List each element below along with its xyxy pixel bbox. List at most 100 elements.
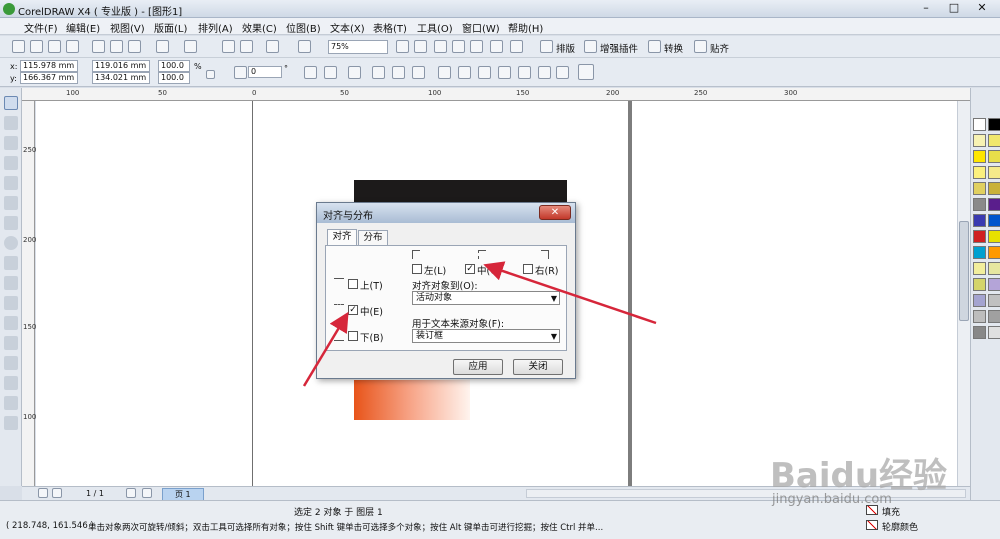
application-launcher-icon[interactable] bbox=[266, 40, 279, 53]
palette-swatch[interactable] bbox=[973, 150, 986, 163]
mirror-vertical-icon[interactable] bbox=[324, 66, 337, 79]
snap-plugin-icon[interactable] bbox=[694, 40, 707, 53]
plugin-layout-label[interactable]: 排版 bbox=[556, 41, 575, 55]
palette-swatch[interactable] bbox=[973, 198, 986, 211]
palette-swatch[interactable] bbox=[988, 326, 1000, 339]
palette-swatch[interactable] bbox=[988, 150, 1000, 163]
next-page-icon[interactable] bbox=[126, 488, 136, 498]
zoom-level-select[interactable]: 75% bbox=[328, 40, 388, 54]
table-tool-icon[interactable] bbox=[4, 316, 18, 330]
print-icon[interactable] bbox=[66, 40, 79, 53]
scale-width-field[interactable]: 100.0 bbox=[158, 60, 190, 72]
import-icon[interactable] bbox=[222, 40, 235, 53]
new-document-icon[interactable] bbox=[12, 40, 25, 53]
welcome-screen-icon[interactable] bbox=[298, 40, 311, 53]
open-icon[interactable] bbox=[30, 40, 43, 53]
palette-swatch[interactable] bbox=[988, 198, 1000, 211]
text-source-select[interactable]: 装订框 ▼ bbox=[412, 329, 560, 343]
palette-swatch[interactable] bbox=[973, 118, 986, 131]
menu-bitmaps[interactable]: 位图(B) bbox=[286, 20, 321, 35]
pick-tool-icon[interactable] bbox=[4, 96, 18, 110]
palette-swatch[interactable] bbox=[973, 230, 986, 243]
redo-icon[interactable] bbox=[184, 40, 197, 53]
align-center-checkbox[interactable]: ✓ bbox=[465, 264, 475, 274]
align-middle-checkbox[interactable]: ✓ bbox=[348, 305, 358, 315]
palette-swatch[interactable] bbox=[973, 278, 986, 291]
ungroup-all-icon[interactable] bbox=[392, 66, 405, 79]
plugin-convert-label[interactable]: 转换 bbox=[664, 41, 683, 55]
weld-icon[interactable] bbox=[438, 66, 451, 79]
menu-help[interactable]: 帮助(H) bbox=[508, 20, 543, 35]
minimize-button[interactable]: – bbox=[912, 0, 940, 16]
paste-icon[interactable] bbox=[128, 40, 141, 53]
ungroup-icon[interactable] bbox=[372, 66, 385, 79]
menu-table[interactable]: 表格(T) bbox=[373, 20, 407, 35]
menu-arrange[interactable]: 排列(A) bbox=[198, 20, 233, 35]
group-icon[interactable] bbox=[348, 66, 361, 79]
height-field[interactable]: 134.021 mm bbox=[92, 72, 150, 84]
crop-tool-icon[interactable] bbox=[4, 136, 18, 150]
tab-align[interactable]: 对齐 bbox=[327, 229, 357, 246]
save-icon[interactable] bbox=[48, 40, 61, 53]
palette-swatch[interactable] bbox=[988, 294, 1000, 307]
scrollbar-thumb[interactable] bbox=[959, 221, 969, 321]
palette-swatch[interactable] bbox=[988, 182, 1000, 195]
palette-swatch[interactable] bbox=[973, 262, 986, 275]
copy-icon[interactable] bbox=[110, 40, 123, 53]
simplify-icon[interactable] bbox=[498, 66, 511, 79]
create-boundary-icon[interactable] bbox=[556, 66, 569, 79]
align-left-checkbox[interactable] bbox=[412, 264, 422, 274]
layout-plugin-icon[interactable] bbox=[540, 40, 553, 53]
eyedropper-tool-icon[interactable] bbox=[4, 356, 18, 370]
palette-swatch[interactable] bbox=[973, 294, 986, 307]
palette-swatch[interactable] bbox=[988, 134, 1000, 147]
rotation-field[interactable]: 0 bbox=[248, 66, 282, 78]
last-page-icon[interactable] bbox=[142, 488, 152, 498]
vertical-scrollbar[interactable] bbox=[957, 101, 970, 486]
shape-tool-icon[interactable] bbox=[4, 116, 18, 130]
horizontal-ruler[interactable]: 100 50 0 50 100 150 200 250 300 bbox=[22, 88, 972, 101]
palette-swatch[interactable] bbox=[973, 134, 986, 147]
interactive-fill-tool-icon[interactable] bbox=[4, 416, 18, 430]
convert-plugin-icon[interactable] bbox=[648, 40, 661, 53]
previous-page-icon[interactable] bbox=[52, 488, 62, 498]
freehand-tool-icon[interactable] bbox=[4, 176, 18, 190]
zoom-height-icon[interactable] bbox=[510, 40, 523, 53]
rectangle-tool-icon[interactable] bbox=[4, 216, 18, 230]
close-window-button[interactable]: ✕ bbox=[968, 0, 996, 16]
zoom-all-icon[interactable] bbox=[452, 40, 465, 53]
lock-ratio-icon[interactable] bbox=[206, 70, 215, 79]
smart-fill-tool-icon[interactable] bbox=[4, 196, 18, 210]
enhance-plugin-icon[interactable] bbox=[584, 40, 597, 53]
zoom-page-icon[interactable] bbox=[470, 40, 483, 53]
align-to-select[interactable]: 活动对象 ▼ bbox=[412, 291, 560, 305]
palette-swatch[interactable] bbox=[988, 310, 1000, 323]
maximize-button[interactable]: □ bbox=[940, 0, 968, 16]
menu-window[interactable]: 窗口(W) bbox=[462, 20, 500, 35]
mirror-horizontal-icon[interactable] bbox=[304, 66, 317, 79]
palette-swatch[interactable] bbox=[988, 166, 1000, 179]
back-minus-front-icon[interactable] bbox=[538, 66, 551, 79]
menu-tools[interactable]: 工具(O) bbox=[417, 20, 453, 35]
ellipse-tool-icon[interactable] bbox=[4, 236, 18, 250]
menu-view[interactable]: 视图(V) bbox=[110, 20, 145, 35]
palette-swatch[interactable] bbox=[973, 246, 986, 259]
combine-icon[interactable] bbox=[412, 66, 425, 79]
first-page-icon[interactable] bbox=[38, 488, 48, 498]
align-top-checkbox[interactable] bbox=[348, 279, 358, 289]
palette-swatch[interactable] bbox=[973, 166, 986, 179]
zoom-in-icon[interactable] bbox=[396, 40, 409, 53]
menu-layout[interactable]: 版面(L) bbox=[154, 20, 187, 35]
text-tool-icon[interactable] bbox=[4, 296, 18, 310]
dialog-close-button[interactable]: ✕ bbox=[539, 205, 571, 220]
export-icon[interactable] bbox=[240, 40, 253, 53]
menu-text[interactable]: 文本(X) bbox=[330, 20, 365, 35]
menu-file[interactable]: 文件(F) bbox=[24, 20, 58, 35]
gradient-rectangle-object[interactable] bbox=[354, 380, 470, 420]
cut-icon[interactable] bbox=[92, 40, 105, 53]
align-bottom-checkbox[interactable] bbox=[348, 331, 358, 341]
outline-swatch-icon[interactable] bbox=[866, 520, 878, 530]
front-minus-back-icon[interactable] bbox=[518, 66, 531, 79]
x-position-field[interactable]: 115.978 mm bbox=[20, 60, 78, 72]
palette-swatch[interactable] bbox=[973, 310, 986, 323]
